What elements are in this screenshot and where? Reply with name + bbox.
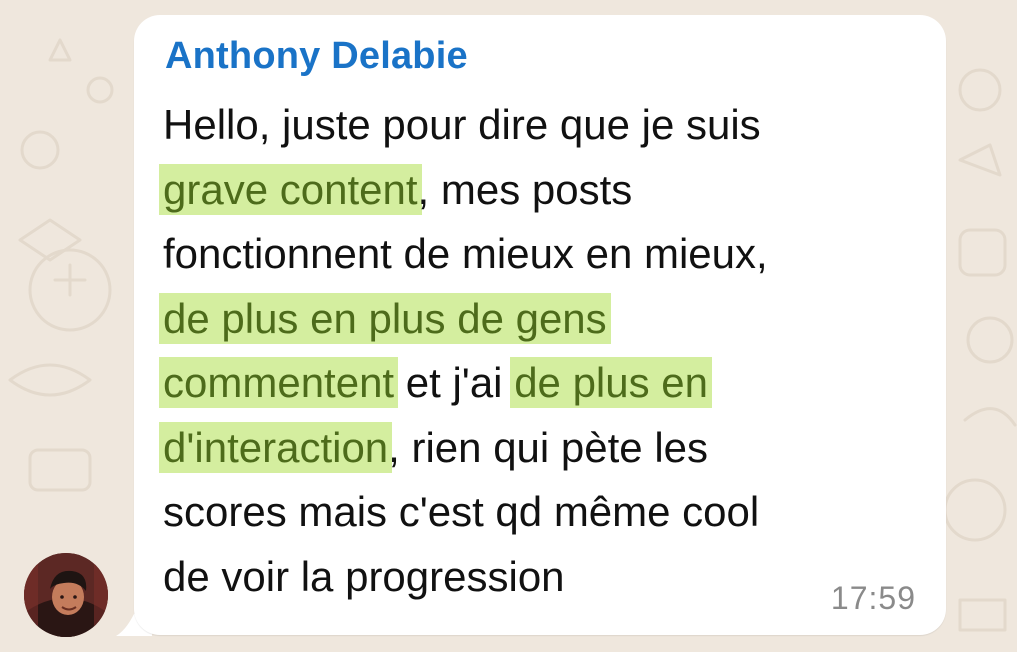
message-text-segment: , mes posts (417, 165, 633, 213)
message-line: grave content, mes posts (159, 158, 923, 223)
message-bubble[interactable]: Anthony Delabie Hello, juste pour dire q… (134, 15, 946, 635)
user-avatar-icon (24, 553, 108, 637)
message-line: de voir la progression (163, 545, 923, 610)
message-text: Hello, juste pour dire que je suis grave … (159, 93, 923, 610)
highlighted-text: d'interaction (159, 421, 393, 473)
message-line: Hello, juste pour dire que je suis (163, 93, 923, 158)
message-line: scores mais c'est qd même cool (163, 480, 923, 545)
avatar[interactable] (24, 553, 108, 637)
message-text-segment: et j'ai (394, 359, 515, 406)
message-text-segment: Hello, juste pour dire que je suis (163, 101, 761, 148)
message-text-segment: de voir la progression (163, 552, 565, 600)
message-text-segment: , rien qui pète les (388, 423, 709, 471)
message-line: de plus en plus de gens (159, 287, 923, 352)
message-line: fonctionnent de mieux en mieux, (163, 222, 923, 287)
message-line: d'interaction, rien qui pète les (159, 416, 923, 481)
message-timestamp: 17:59 (830, 580, 916, 616)
message-line: commentent et j'ai de plus en (159, 351, 923, 416)
highlighted-text: grave content (159, 163, 422, 215)
message-text-segment: fonctionnent de mieux en mieux, (163, 230, 768, 277)
highlighted-text: de plus en plus de gens (159, 292, 611, 344)
highlighted-text: commentent (159, 357, 399, 408)
highlighted-text: de plus en (510, 357, 713, 408)
sender-name[interactable]: Anthony Delabie (165, 35, 468, 78)
message-text-segment: scores mais c'est qd même cool (163, 488, 760, 535)
